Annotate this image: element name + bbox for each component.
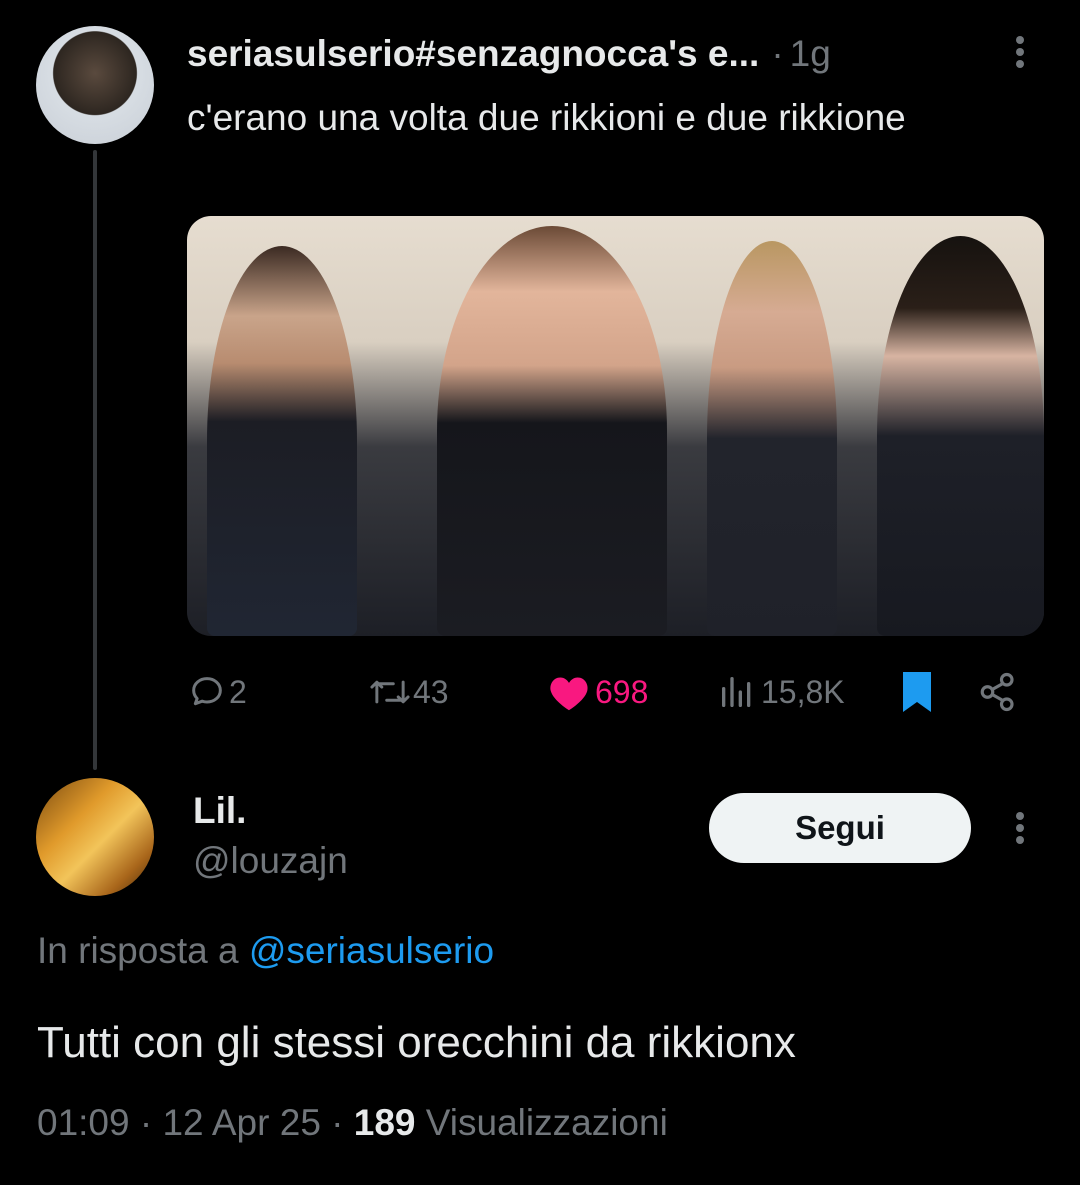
views-action[interactable]: 15,8K (717, 662, 845, 722)
tweet-header: seriasulserio#senzagnocca's e... · 1g (187, 24, 831, 84)
reply-text: Tutti con gli stessi orecchini da rikkio… (37, 1018, 796, 1067)
retweet-count: 43 (413, 673, 449, 710)
reply-count: 2 (229, 673, 247, 710)
share-icon (977, 671, 1019, 713)
tweet-footer: 01:09 · 12 Apr 25 · 189 Visualizzazioni (37, 1102, 668, 1144)
reply-action[interactable]: 2 (187, 662, 247, 722)
reply-icon (187, 672, 227, 712)
reply-author-handle[interactable]: @louzajn (193, 840, 348, 882)
more-options-icon[interactable] (1004, 32, 1036, 72)
author-name[interactable]: seriasulserio#senzagnocca's e... (187, 33, 759, 75)
reply-views-label: Visualizzazioni (425, 1102, 668, 1143)
reply-views-count: 189 (353, 1102, 416, 1143)
tweet-timestamp[interactable]: 1g (790, 33, 831, 75)
views-count: 15,8K (761, 673, 845, 710)
follow-button[interactable]: Segui (709, 793, 971, 863)
share-action[interactable] (977, 662, 1019, 722)
author-avatar[interactable] (36, 26, 154, 144)
meta-separator: · (771, 33, 784, 74)
like-count: 698 (595, 673, 649, 710)
tweet-media-photo[interactable] (187, 216, 1044, 636)
bookmark-icon (899, 670, 935, 714)
reply-author-name[interactable]: Lil. (193, 790, 246, 832)
heart-icon (547, 672, 591, 712)
footer-separator: · (331, 1102, 344, 1143)
mention-link[interactable]: @seriasulserio (249, 930, 494, 971)
more-options-icon[interactable] (1004, 808, 1036, 848)
bookmark-action[interactable] (899, 662, 935, 722)
in-reply-to: In risposta a @seriasulserio (37, 930, 494, 972)
tweet-text: c'erano una volta due rikkioni e due rik… (187, 97, 906, 138)
in-reply-to-prefix: In risposta a (37, 930, 239, 971)
retweet-action[interactable]: 43 (367, 662, 449, 722)
views-icon (717, 672, 757, 712)
reply-time[interactable]: 01:09 (37, 1102, 130, 1143)
retweet-icon (367, 672, 413, 712)
reply-date[interactable]: 12 Apr 25 (162, 1102, 320, 1143)
reply-author-avatar[interactable] (36, 778, 154, 896)
footer-separator: · (139, 1102, 153, 1143)
tweet-actions: 2 43 698 15,8K (187, 662, 1057, 722)
thread-line (93, 150, 97, 770)
like-action[interactable]: 698 (547, 662, 648, 722)
